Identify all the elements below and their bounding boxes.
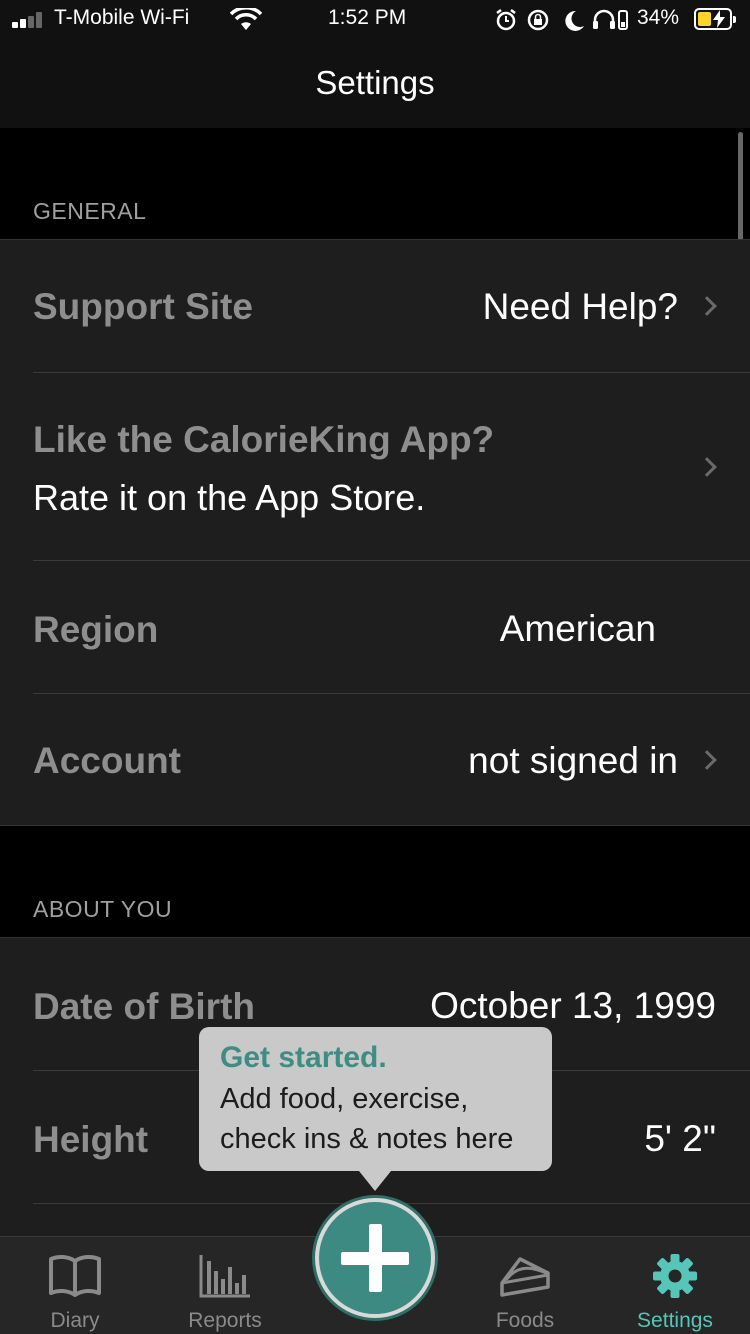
tooltip-line-1: Add food, exercise, [220,1083,469,1115]
date-of-birth-value: October 13, 1999 [430,985,716,1026]
row-account[interactable]: Account not signed in [0,694,750,826]
rate-app-label: Like the CalorieKing App? [33,419,495,460]
add-entry-button[interactable] [315,1198,435,1318]
rate-app-subtitle: Rate it on the App Store. [33,477,426,518]
account-label: Account [33,740,181,781]
tooltip-title: Get started. [220,1041,387,1074]
support-site-label: Support Site [33,286,253,327]
bar-chart-icon [199,1255,250,1298]
height-value: 5' 2" [644,1118,716,1159]
navigation-bar: Settings [0,40,750,128]
tab-foods[interactable]: Foods [450,1237,600,1334]
region-label: Region [33,609,159,650]
tab-label-foods: Foods [495,1309,555,1332]
tab-settings[interactable]: Settings [600,1237,750,1334]
battery-small-icon [618,10,628,30]
general-settings-group: Support Site Need Help? Like the Calorie… [0,239,750,826]
section-header-general: GENERAL [33,198,147,224]
support-site-value: Need Help? [482,286,678,327]
battery-percent: 34% [637,6,680,29]
rotation-lock-icon [527,9,549,31]
page-title: Settings [315,64,435,101]
row-region[interactable]: Region American [0,561,750,693]
date-of-birth-label: Date of Birth [33,986,255,1027]
get-started-tooltip[interactable]: Get started. Add food, exercise, check i… [199,1027,552,1191]
gear-icon [653,1254,697,1298]
region-value: American [499,608,656,649]
book-icon [49,1254,101,1297]
tab-reports[interactable]: Reports [150,1237,300,1334]
tab-label-settings: Settings [637,1309,713,1332]
clock-time: 1:52 PM [328,6,407,29]
battery-icon [694,8,736,30]
section-header-about-you: ABOUT YOU [33,896,173,922]
tab-diary[interactable]: Diary [0,1237,150,1334]
headphones-icon [593,9,615,29]
tab-label-reports: Reports [188,1309,262,1332]
account-value: not signed in [468,740,678,781]
carrier-label: T-Mobile Wi-Fi [54,6,190,29]
row-support-site[interactable]: Support Site Need Help? [0,240,750,372]
chevron-right-icon [697,750,717,770]
tab-label-diary: Diary [50,1309,100,1332]
height-label: Height [33,1119,149,1160]
signal-icon [12,12,46,28]
tooltip-line-2: check ins & notes here [220,1123,514,1155]
chevron-right-icon [697,457,717,477]
chevron-right-icon [697,296,717,316]
moon-icon [565,10,584,31]
wifi-icon [230,8,262,30]
status-icons [496,9,628,31]
row-rate-app[interactable]: Like the CalorieKing App? Rate it on the… [0,373,750,560]
cake-slice-icon [500,1257,550,1297]
alarm-icon [496,9,516,31]
status-bar: T-Mobile Wi-Fi 1:52 PM 34% [0,0,750,40]
